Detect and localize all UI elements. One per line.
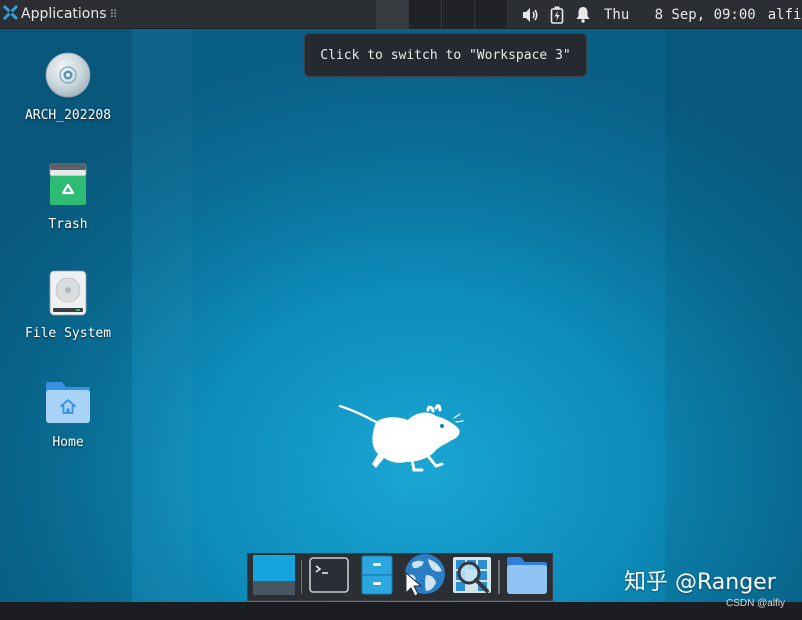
- workspace-1-button[interactable]: [376, 0, 409, 29]
- user-menu[interactable]: alfiy: [768, 7, 802, 23]
- file-cabinet-icon: [361, 555, 393, 599]
- workspace-tooltip: Click to switch to "Workspace 3": [304, 33, 587, 77]
- drag-handle-icon[interactable]: ⠿: [110, 8, 118, 21]
- workspace-2-button[interactable]: [409, 0, 442, 29]
- background-stripe: [665, 0, 802, 602]
- desktop-background[interactable]: Applications ⠿ Thu 8 Sep, 09:00 alfi Cli…: [0, 0, 802, 602]
- home-folder-icon: [44, 378, 92, 426]
- battery-icon[interactable]: [544, 0, 570, 29]
- desktop-icon-arch-disc[interactable]: ARCH_202208: [13, 51, 123, 123]
- background-stripe: [132, 0, 192, 602]
- workspace-4-button[interactable]: [475, 0, 508, 29]
- trash-icon: [44, 160, 92, 208]
- disc-icon: [44, 51, 92, 99]
- workspace-3-button[interactable]: [442, 0, 475, 29]
- watermark-text: 知乎 @Ranger: [624, 570, 776, 595]
- system-tray: Thu 8 Sep, 09:00 alfiy: [518, 0, 802, 29]
- desktop-icon-label: File System: [24, 326, 112, 341]
- drive-icon: [44, 269, 92, 317]
- dock-file-manager-button[interactable]: [354, 554, 400, 600]
- dock-panel: [247, 553, 553, 601]
- desktop-icon-home[interactable]: Home: [13, 378, 123, 450]
- desktop-icon-trash[interactable]: Trash: [13, 160, 123, 232]
- terminal-icon: [309, 557, 350, 597]
- desktop-icon-label: Home: [52, 435, 84, 450]
- clock[interactable]: Thu 8 Sep, 09:00: [604, 7, 756, 23]
- dock-show-desktop-button[interactable]: [251, 554, 297, 600]
- top-panel: Applications ⠿ Thu 8 Sep, 09:00 alfi: [0, 0, 802, 29]
- xfce-logo-icon: [3, 4, 18, 24]
- dock-terminal-button[interactable]: [306, 554, 352, 600]
- dock-separator: [300, 560, 303, 594]
- xfce-mouse-logo: [336, 402, 466, 474]
- tooltip-text: Click to switch to "Workspace 3": [320, 47, 571, 63]
- watermark-subtext: CSDN @alfiy: [726, 598, 786, 609]
- desktop-icon-label: ARCH_202208: [24, 108, 112, 123]
- folder-icon: [506, 555, 548, 599]
- applications-menu-button[interactable]: Applications ⠿: [0, 0, 122, 29]
- magnifier-icon: [452, 556, 492, 598]
- dock-folder-button[interactable]: [504, 554, 550, 600]
- dock-separator: [498, 560, 501, 594]
- globe-icon: [402, 553, 446, 601]
- applications-label: Applications: [21, 6, 107, 22]
- show-desktop-icon: [252, 555, 295, 599]
- notification-bell-icon[interactable]: [570, 0, 596, 29]
- dock-app-finder-button[interactable]: [449, 554, 495, 600]
- desktop-icon-label: Trash: [48, 217, 88, 232]
- desktop-icon-file-system[interactable]: File System: [13, 269, 123, 341]
- workspace-switcher: [376, 0, 508, 29]
- dock-web-browser-button[interactable]: [401, 554, 447, 600]
- volume-icon[interactable]: [518, 0, 544, 29]
